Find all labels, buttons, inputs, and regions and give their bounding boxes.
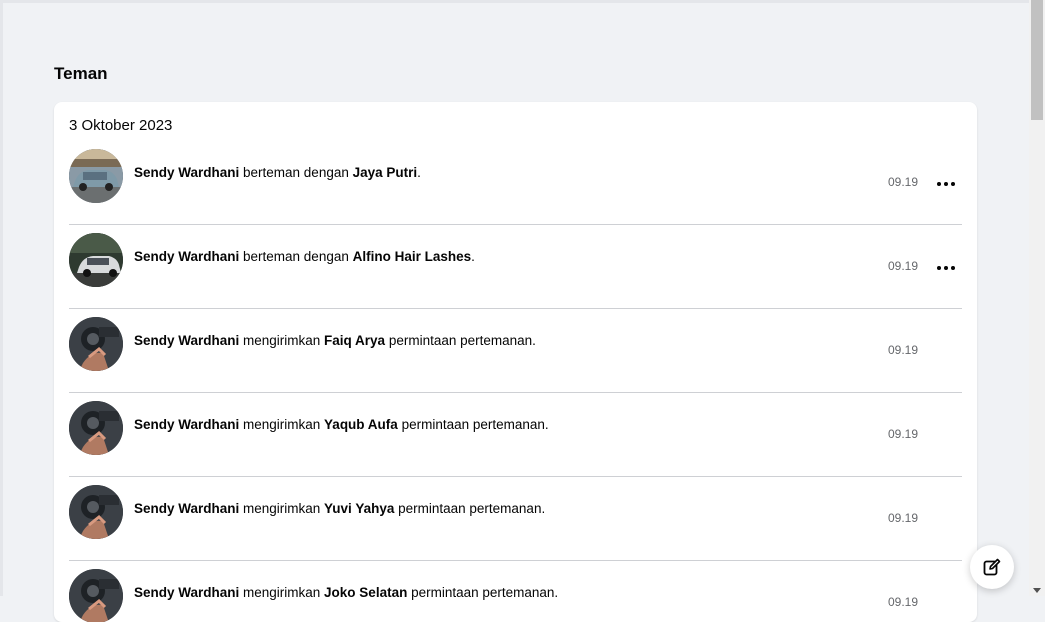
timestamp: 09.19 [888, 175, 919, 189]
scroll-down-arrow-icon[interactable] [1033, 588, 1041, 593]
target-name[interactable]: Alfino Hair Lashes [353, 249, 472, 264]
activity-list: Sendy Wardhani berteman dengan Jaya Putr… [69, 141, 962, 622]
actor-name[interactable]: Sendy Wardhani [134, 501, 239, 516]
activity-suffix: permintaan pertemanan. [385, 333, 536, 348]
avatar[interactable] [69, 317, 123, 371]
timestamp: 09.19 [888, 259, 919, 273]
activity-row[interactable]: Sendy Wardhani berteman dengan Jaya Putr… [69, 141, 962, 225]
avatar[interactable] [69, 485, 123, 539]
avatar[interactable] [69, 149, 123, 203]
activity-row[interactable]: Sendy Wardhani mengirimkan Yaqub Aufa pe… [69, 393, 962, 477]
activity-text: Sendy Wardhani mengirimkan Faiq Arya per… [134, 333, 536, 348]
target-name[interactable]: Yaqub Aufa [324, 417, 398, 432]
activity-text: Sendy Wardhani mengirimkan Joko Selatan … [134, 585, 558, 600]
activity-suffix: permintaan pertemanan. [407, 585, 559, 600]
target-name[interactable]: Faiq Arya [324, 333, 385, 348]
activity-text: Sendy Wardhani berteman dengan Alfino Ha… [134, 249, 475, 264]
actor-name[interactable]: Sendy Wardhani [134, 417, 239, 432]
activity-text: Sendy Wardhani berteman dengan Jaya Putr… [134, 165, 421, 180]
activity-card: 3 Oktober 2023 Sendy Wardhani berteman d… [54, 102, 977, 622]
compose-button[interactable] [970, 545, 1014, 589]
activity-suffix: . [417, 165, 421, 180]
more-horizontal-icon[interactable] [933, 255, 959, 281]
target-name[interactable]: Joko Selatan [324, 585, 407, 600]
top-border [0, 0, 1029, 3]
activity-text: Sendy Wardhani mengirimkan Yuvi Yahya pe… [134, 501, 545, 516]
activity-suffix: permintaan pertemanan. [397, 417, 549, 432]
activity-suffix: . [471, 249, 475, 264]
activity-row[interactable]: Sendy Wardhani mengirimkan Faiq Arya per… [69, 309, 962, 393]
activity-verb: mengirimkan [239, 501, 325, 516]
target-name[interactable]: Yuvi Yahya [324, 501, 394, 516]
actor-name[interactable]: Sendy Wardhani [134, 585, 239, 600]
activity-verb: mengirimkan [239, 585, 325, 600]
left-border [0, 0, 3, 596]
more-horizontal-icon[interactable] [933, 171, 959, 197]
timestamp: 09.19 [888, 343, 919, 357]
activity-suffix: permintaan pertemanan. [394, 501, 546, 516]
actor-name[interactable]: Sendy Wardhani [134, 165, 239, 180]
activity-row[interactable]: Sendy Wardhani berteman dengan Alfino Ha… [69, 225, 962, 309]
avatar[interactable] [69, 233, 123, 287]
actor-name[interactable]: Sendy Wardhani [134, 333, 239, 348]
compose-edit-icon [983, 558, 1001, 576]
date-header: 3 Oktober 2023 [69, 117, 173, 134]
actor-name[interactable]: Sendy Wardhani [134, 249, 239, 264]
activity-text: Sendy Wardhani mengirimkan Yaqub Aufa pe… [134, 417, 549, 432]
activity-row[interactable]: Sendy Wardhani mengirimkan Joko Selatan … [69, 561, 962, 622]
timestamp: 09.19 [888, 511, 919, 525]
timestamp: 09.19 [888, 427, 919, 441]
activity-verb: berteman dengan [239, 249, 353, 264]
scrollbar-thumb[interactable] [1031, 0, 1043, 120]
activity-row[interactable]: Sendy Wardhani mengirimkan Yuvi Yahya pe… [69, 477, 962, 561]
avatar[interactable] [69, 401, 123, 455]
timestamp: 09.19 [888, 595, 919, 609]
page-title: Teman [54, 64, 108, 83]
target-name[interactable]: Jaya Putri [353, 165, 418, 180]
activity-verb: mengirimkan [239, 417, 325, 432]
activity-verb: mengirimkan [239, 333, 325, 348]
activity-verb: berteman dengan [239, 165, 353, 180]
